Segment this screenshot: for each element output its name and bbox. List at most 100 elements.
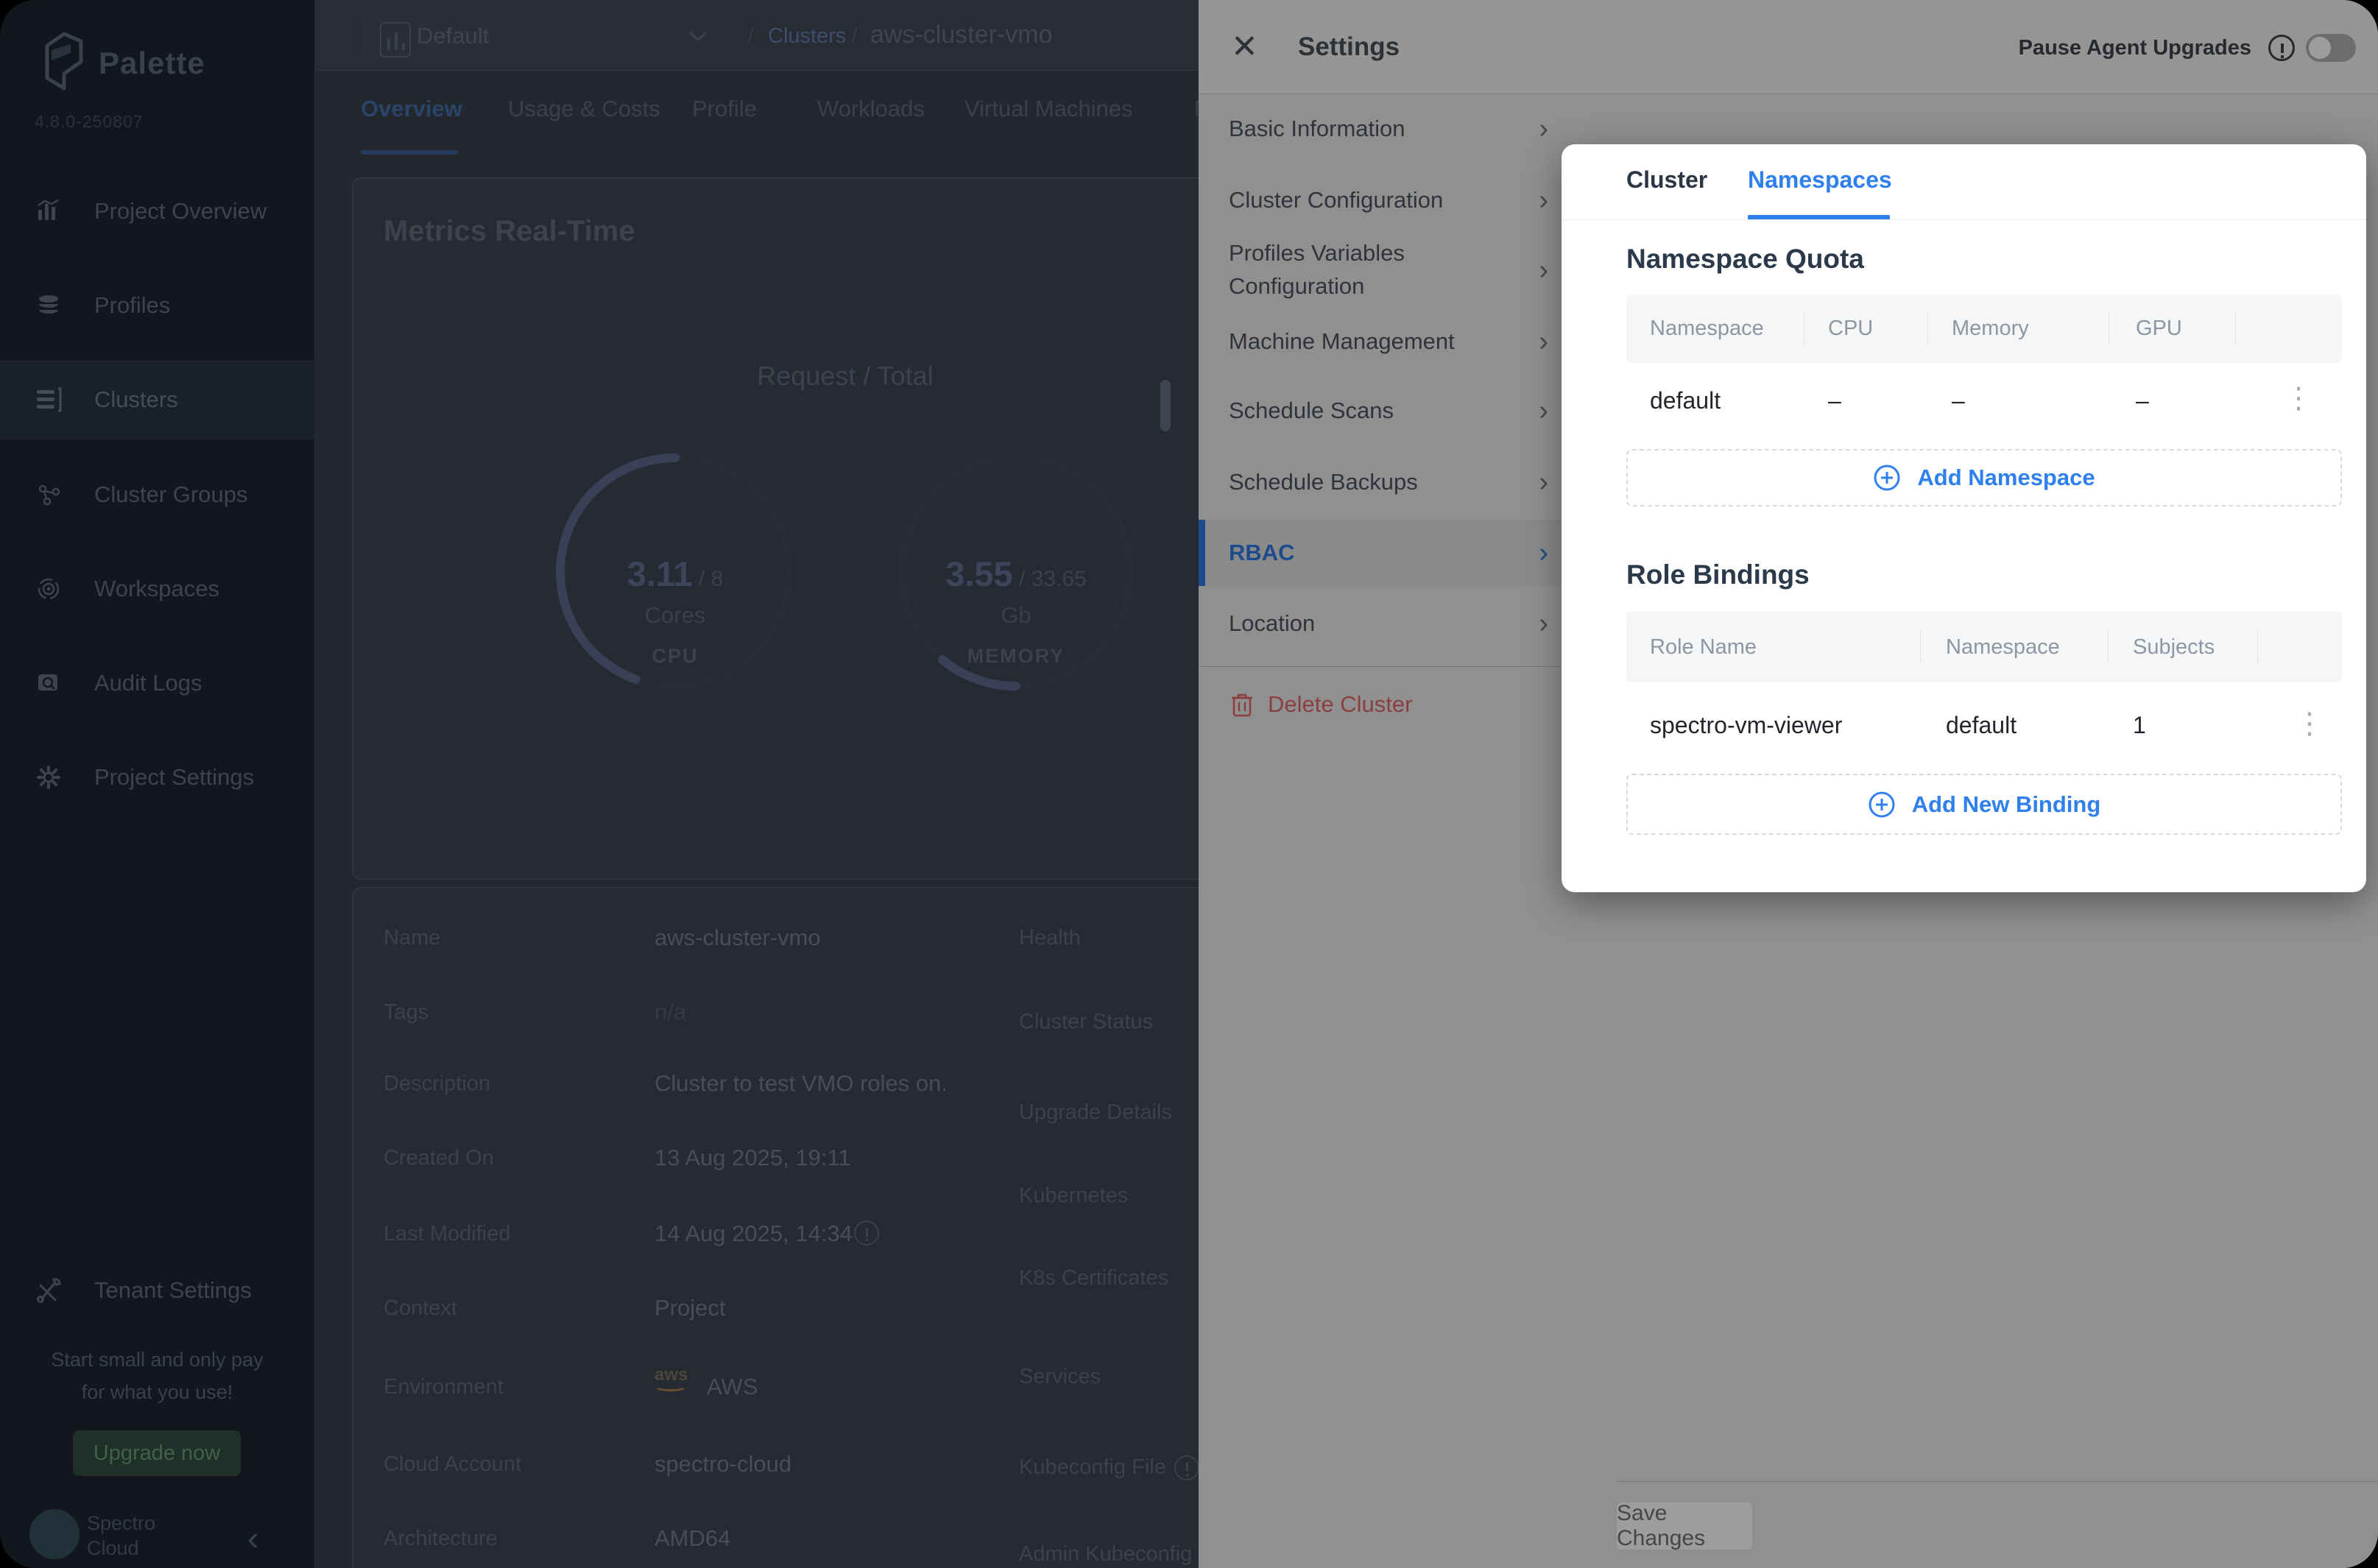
trash-icon [1230, 691, 1254, 718]
breadcrumb-cluster-name: aws-cluster-vmo [870, 21, 1052, 49]
sidebar-item-label: Workspaces [94, 576, 219, 602]
modal-nav-schedule-scans[interactable]: Schedule Scans › [1199, 385, 1578, 437]
column-header: Memory [1952, 317, 2029, 341]
version-label: 4.8.0-250807 [35, 112, 144, 132]
namespace-quota-heading: Namespace Quota [1626, 244, 1864, 275]
bindings-table-header: Role Name Namespace Subjects [1626, 612, 2342, 682]
sidebar-collapse-chevron[interactable]: ‹ [247, 1518, 258, 1558]
memory-divider: / [1019, 567, 1025, 591]
tools-icon [32, 1274, 65, 1307]
clusters-icon [32, 384, 65, 416]
delete-cluster-button[interactable]: Delete Cluster [1199, 679, 1578, 730]
workspaces-icon [32, 573, 65, 605]
sidebar-item-workspaces[interactable]: Workspaces [0, 549, 314, 629]
scrollbar-thumb[interactable] [1160, 380, 1171, 431]
aws-logo-text: aws [655, 1366, 688, 1384]
sidebar-item-profiles[interactable]: Profiles [0, 266, 314, 345]
cell-role-name: spectro-vm-viewer [1650, 712, 1842, 739]
sidebar-item-cluster-groups[interactable]: Cluster Groups [0, 455, 314, 534]
close-icon[interactable]: ✕ [1231, 28, 1258, 66]
bindings-table-row: spectro-vm-viewer default 1 ⋮ [1626, 682, 2342, 768]
active-tab-underline [361, 150, 458, 155]
memory-total: 33.65 [1031, 567, 1087, 591]
sidebar-item-clusters[interactable]: Clusters [0, 360, 314, 439]
detail-value: 14 Aug 2025, 14:34 [655, 1221, 853, 1247]
detail-value: 13 Aug 2025, 19:11 [655, 1145, 851, 1171]
tab-profile[interactable]: Profile [692, 96, 757, 122]
tab-usage-costs[interactable]: Usage & Costs [508, 96, 660, 122]
column-header: Subjects [2133, 635, 2215, 660]
delete-cluster-label: Delete Cluster [1268, 691, 1412, 718]
column-header: Namespace [1650, 317, 1764, 341]
pause-agent-upgrades-label: Pause Agent Upgrades [1914, 36, 2251, 60]
metrics-subtitle: Request / Total [661, 361, 1029, 392]
cpu-unit: Cores [506, 602, 844, 629]
project-selector-label[interactable]: Default [417, 23, 489, 49]
modal-nav-label: RBAC [1229, 540, 1295, 566]
sidebar-item-project-settings[interactable]: Project Settings [0, 738, 314, 817]
cell-cpu: – [1828, 387, 1841, 414]
rbac-namespaces-card: Cluster Namespaces Namespace Quota Names… [1562, 144, 2366, 892]
plus-circle-icon [1873, 464, 1901, 492]
sidebar-item-audit-logs[interactable]: Audit Logs [0, 643, 314, 723]
sidebar-item-label: Profiles [94, 292, 170, 319]
modal-nav-profiles-variables[interactable]: Profiles Variables Configuration › [1199, 230, 1578, 311]
modal-nav-location[interactable]: Location › [1199, 598, 1578, 649]
modal-nav-basic-information[interactable]: Basic Information › [1199, 103, 1578, 155]
aws-logo-icon: aws [655, 1366, 688, 1391]
cpu-total: 8 [711, 567, 724, 591]
sidebar-item-project-overview[interactable]: Project Overview [0, 172, 314, 251]
save-changes-button[interactable]: Save Changes [1617, 1502, 1752, 1550]
tab-namespaces[interactable]: Namespaces [1748, 166, 1892, 194]
modal-nav-rbac[interactable]: RBAC › [1199, 520, 1578, 586]
breadcrumb-separator: / [748, 24, 754, 48]
detail-label: Created On [384, 1146, 494, 1170]
tab-overview[interactable]: Overview [361, 96, 462, 122]
promo-text-line2: for what you use! [29, 1381, 285, 1404]
cluster-groups-icon [32, 478, 65, 511]
add-namespace-label: Add Namespace [1917, 465, 2095, 491]
info-icon[interactable] [1174, 1455, 1199, 1480]
promo-text-line1: Start small and only pay [29, 1349, 285, 1371]
column-header: Role Name [1650, 635, 1757, 660]
info-icon[interactable] [2268, 35, 2295, 61]
nav-divider [1199, 666, 1578, 667]
add-namespace-button[interactable]: Add Namespace [1626, 449, 2342, 506]
tab-cluster[interactable]: Cluster [1626, 166, 1707, 194]
pause-agent-upgrades-toggle[interactable] [2306, 34, 2356, 62]
detail-label: Description [384, 1072, 490, 1096]
modal-nav-schedule-backups[interactable]: Schedule Backups › [1199, 456, 1578, 508]
sidebar-item-tenant-settings[interactable]: Tenant Settings [0, 1251, 314, 1330]
add-new-binding-label: Add New Binding [1912, 791, 2101, 818]
modal-nav-machine-management[interactable]: Machine Management › [1199, 316, 1578, 367]
kebab-menu-icon[interactable]: ⋮ [2284, 384, 2313, 413]
chevron-right-icon: › [1539, 326, 1548, 358]
status-label: Cluster Status [1019, 1010, 1153, 1034]
info-icon[interactable] [854, 1221, 879, 1246]
modal-nav-label: Machine Management [1229, 328, 1455, 355]
upgrade-now-button[interactable]: Upgrade now [73, 1430, 241, 1476]
add-new-binding-button[interactable]: Add New Binding [1626, 774, 2342, 835]
detail-label: Cloud Account [384, 1452, 521, 1477]
gear-icon [32, 761, 65, 794]
detail-value: Project [655, 1295, 725, 1321]
sidebar-item-label: Audit Logs [94, 670, 202, 696]
modal-nav-label: Location [1229, 610, 1315, 637]
breadcrumb-clusters-link[interactable]: Clusters [768, 24, 846, 49]
memory-gauge-value: 3.55 / 33.65 [847, 554, 1185, 594]
status-label: Kubernetes [1019, 1184, 1128, 1208]
modal-nav-cluster-configuration[interactable]: Cluster Configuration › [1199, 174, 1578, 226]
project-selector[interactable] [362, 13, 717, 58]
tab-workloads[interactable]: Workloads [817, 96, 925, 122]
column-separator [2235, 312, 2236, 345]
cpu-gauge-value: 3.11 / 8 [506, 554, 844, 594]
column-header: GPU [2136, 317, 2182, 341]
tab-virtual-machines[interactable]: Virtual Machines [964, 96, 1133, 122]
memory-caption: MEMORY [847, 645, 1185, 668]
active-nav-indicator [1199, 520, 1205, 586]
kebab-menu-icon[interactable]: ⋮ [2295, 709, 2324, 738]
cell-gpu: – [2136, 387, 2149, 414]
cell-namespace: default [1946, 712, 2017, 739]
column-header: Namespace [1946, 635, 2060, 660]
brand-name: Palette [99, 46, 205, 81]
